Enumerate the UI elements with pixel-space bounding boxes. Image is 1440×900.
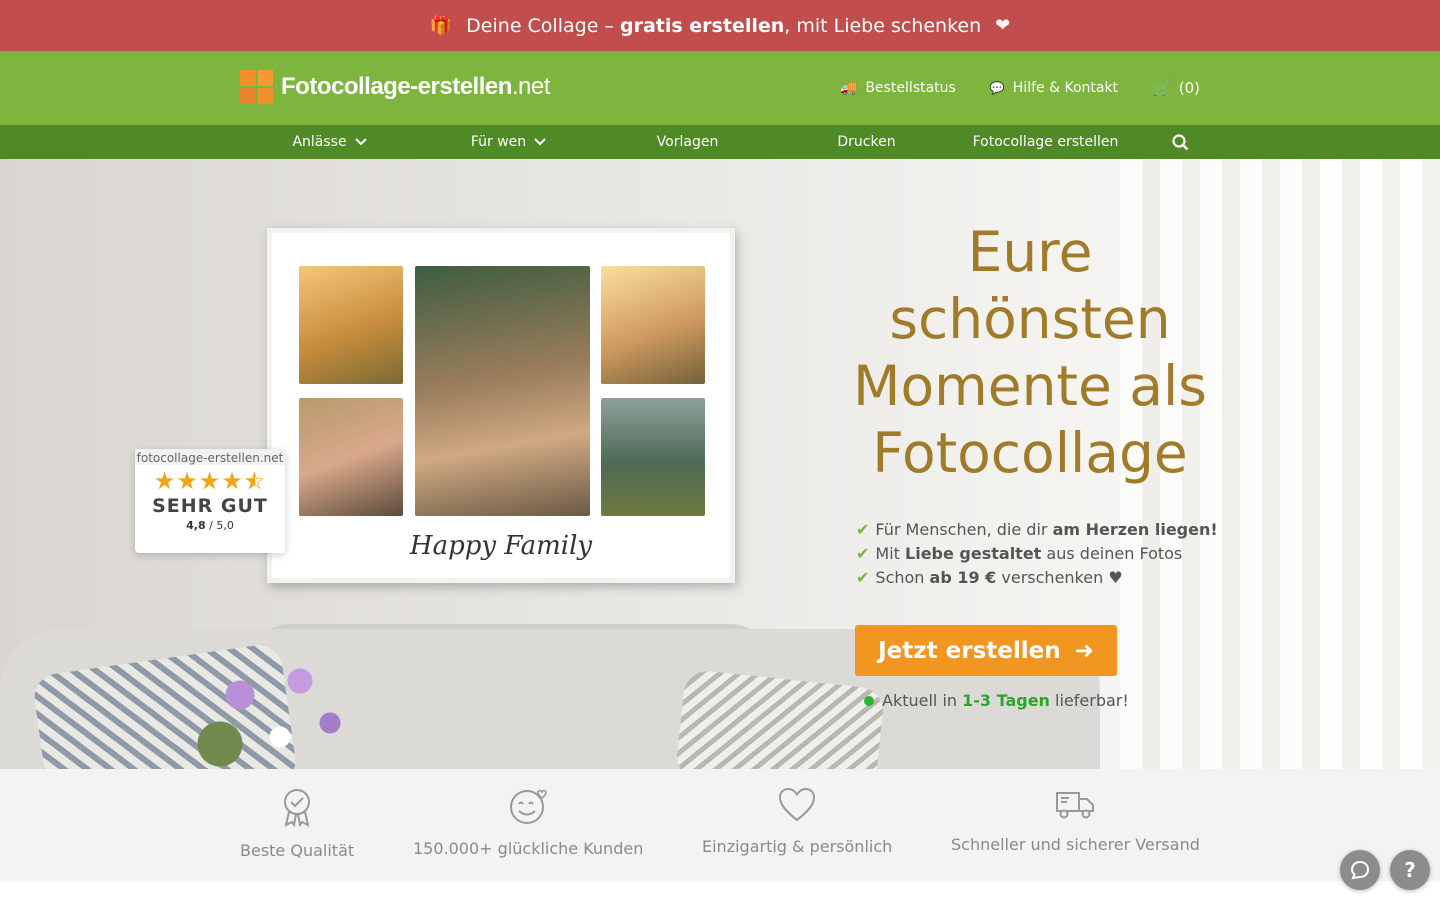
frame-caption: Happy Family bbox=[409, 531, 593, 561]
chat-icon: 💬 bbox=[989, 81, 1005, 95]
collage-photo bbox=[299, 266, 403, 384]
hero-section: Happy Family fotocollage-erstellen.net ★… bbox=[0, 159, 1440, 769]
collage-photo bbox=[601, 398, 705, 516]
search-button[interactable] bbox=[1160, 133, 1200, 151]
bestellstatus-label: Bestellstatus bbox=[865, 80, 956, 96]
truck-icon: 🚚 bbox=[839, 80, 858, 96]
nav-label: Anlässe bbox=[292, 134, 347, 150]
rating-site: fotocollage-erstellen.net bbox=[135, 449, 285, 465]
site-header: Fotocollage-erstellen.net 🚚 Bestellstatu… bbox=[0, 51, 1440, 125]
flowers-decoration bbox=[180, 639, 380, 769]
nav-label: Vorlagen bbox=[656, 134, 719, 150]
help-button[interactable]: ? bbox=[1390, 850, 1430, 890]
hero-bullet: ✔ Mit Liebe gestaltet aus deinen Fotos bbox=[856, 544, 1183, 563]
cta-label: Jetzt erstellen bbox=[878, 637, 1061, 664]
delivery-text: Aktuell in 1-3 Tagen lieferbar! bbox=[882, 691, 1129, 710]
happy-face-icon bbox=[510, 789, 547, 824]
hero-bullet: ✔ Für Menschen, die dir am Herzen liegen! bbox=[856, 520, 1218, 539]
nav-label: Für wen bbox=[470, 134, 527, 150]
nav-item-fotocollage-erstellen[interactable]: Fotocollage erstellen bbox=[956, 134, 1135, 150]
nav-item-fuer-wen[interactable]: Für wen bbox=[419, 134, 598, 150]
hero-bullet-list: ✔ Für Menschen, die dir am Herzen liegen!… bbox=[856, 518, 1256, 590]
nav-item-anlaesse[interactable]: Anlässe bbox=[240, 134, 419, 150]
search-icon bbox=[1171, 133, 1188, 150]
chat-bubble-icon bbox=[1350, 860, 1370, 880]
feature-label: Einzigartig & persönlich bbox=[702, 837, 893, 856]
cart-button[interactable]: 🛒 (0) bbox=[1152, 79, 1200, 97]
nav-item-vorlagen[interactable]: Vorlagen bbox=[598, 134, 777, 150]
main-nav: Anlässe Für wen Vorlagen Drucken Fotocol… bbox=[0, 125, 1440, 159]
heart-outline-icon bbox=[779, 787, 816, 822]
star-rating-icon: ★★★★☆★ bbox=[153, 467, 267, 495]
feature-label: Beste Qualität bbox=[240, 841, 355, 860]
collage-photo-main bbox=[415, 266, 590, 516]
hero-bullet: ✔ Schon ab 19 € verschenken ♥ bbox=[856, 568, 1123, 587]
cart-count: (0) bbox=[1178, 79, 1200, 97]
help-label: ? bbox=[1404, 858, 1416, 882]
delivery-info: Aktuell in 1-3 Tagen lieferbar! bbox=[864, 691, 1129, 710]
heart-icon: ❤ bbox=[995, 15, 1011, 36]
chevron-down-icon bbox=[354, 138, 367, 146]
collage-frame-image: Happy Family bbox=[267, 228, 735, 583]
chat-button[interactable] bbox=[1340, 850, 1380, 890]
nav-label: Fotocollage erstellen bbox=[972, 134, 1119, 150]
site-logo[interactable]: Fotocollage-erstellen.net bbox=[240, 70, 550, 104]
collage-photo bbox=[601, 266, 705, 384]
rating-badge[interactable]: fotocollage-erstellen.net ★★★★☆★ SEHR GU… bbox=[135, 449, 285, 553]
feature-label: Schneller und sicherer Versand bbox=[951, 835, 1200, 854]
feature-label: 150.000+ glückliche Kunden bbox=[413, 839, 644, 858]
nav-label: Drucken bbox=[837, 134, 896, 150]
promo-text: Deine Collage – gratis erstellen, mit Li… bbox=[466, 14, 982, 37]
check-icon: ✔ bbox=[856, 568, 870, 587]
logo-mark-icon bbox=[240, 70, 273, 104]
arrow-right-icon: ➜ bbox=[1074, 637, 1094, 664]
promo-banner[interactable]: 🎁 Deine Collage – gratis erstellen, mit … bbox=[0, 0, 1440, 51]
nav-item-drucken[interactable]: Drucken bbox=[777, 134, 956, 150]
collage-photo bbox=[299, 398, 403, 516]
header-links: 🚚 Bestellstatus 💬 Hilfe & Kontakt 🛒 (0) bbox=[840, 51, 1200, 125]
award-icon bbox=[284, 789, 311, 827]
feature-shipping: Schneller und sicherer Versand bbox=[951, 787, 1200, 854]
check-icon: ✔ bbox=[856, 520, 870, 539]
rating-score: 4,8 / 5,0 bbox=[186, 519, 234, 532]
feature-quality: Beste Qualität bbox=[240, 787, 354, 860]
feature-unique: Einzigartig & persönlich bbox=[702, 787, 892, 856]
features-bar: Beste Qualität 150.000+ glückliche Kunde… bbox=[0, 769, 1440, 881]
feature-customers: 150.000+ glückliche Kunden bbox=[413, 787, 643, 858]
check-icon: ✔ bbox=[856, 544, 870, 563]
hilfe-kontakt-link[interactable]: 💬 Hilfe & Kontakt bbox=[990, 80, 1118, 96]
hilfe-kontakt-label: Hilfe & Kontakt bbox=[1012, 80, 1119, 96]
hero-title: Eure schönsten Momente als Fotocollage bbox=[853, 220, 1207, 485]
chevron-down-icon bbox=[534, 138, 546, 146]
create-now-button[interactable]: Jetzt erstellen ➜ bbox=[855, 625, 1117, 676]
delivery-truck-icon bbox=[1056, 792, 1095, 819]
logo-text: Fotocollage-erstellen.net bbox=[281, 73, 550, 100]
rating-label: SEHR GUT bbox=[152, 495, 268, 517]
cart-icon: 🛒 bbox=[1152, 79, 1171, 97]
bestellstatus-link[interactable]: 🚚 Bestellstatus bbox=[840, 80, 956, 96]
gift-icon: 🎁 bbox=[429, 15, 453, 36]
status-dot-icon bbox=[864, 695, 874, 706]
